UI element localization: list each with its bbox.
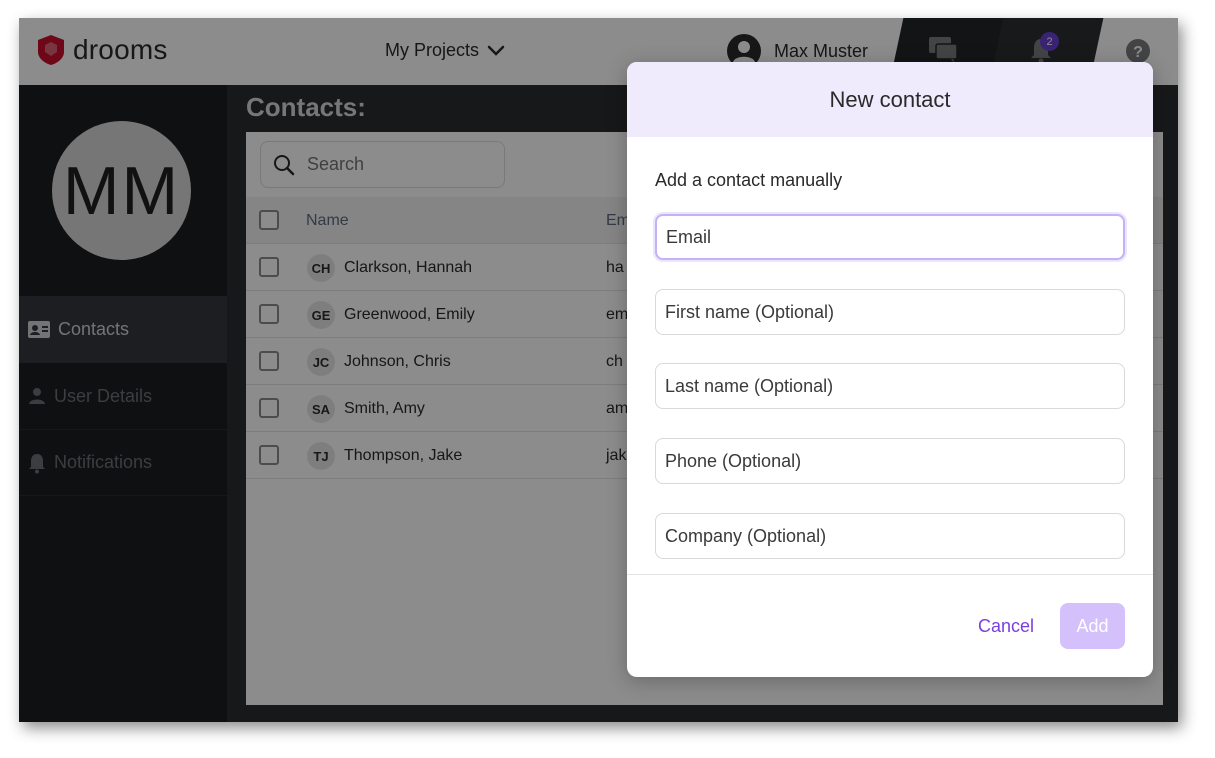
first-name-field[interactable]: [655, 289, 1125, 335]
company-field[interactable]: [655, 513, 1125, 559]
add-button[interactable]: Add: [1060, 603, 1125, 649]
dialog-title: New contact: [627, 62, 1153, 137]
email-field[interactable]: [655, 214, 1125, 260]
cancel-button[interactable]: Cancel: [970, 604, 1042, 648]
phone-field[interactable]: [655, 438, 1125, 484]
dialog-subtitle: Add a contact manually: [655, 170, 843, 190]
dialog-divider: [627, 574, 1153, 575]
last-name-field[interactable]: [655, 363, 1125, 409]
new-contact-dialog: New contact Add a contact manually Cance…: [627, 62, 1153, 677]
